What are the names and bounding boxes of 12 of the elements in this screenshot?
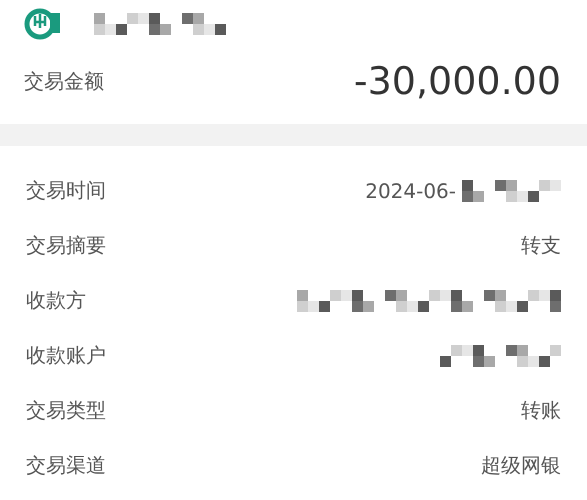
detail-label: 收款方: [26, 287, 86, 314]
amount-label: 交易金额: [24, 68, 104, 94]
detail-label: 交易类型: [26, 397, 106, 424]
detail-value: 转支: [521, 232, 561, 259]
detail-label: 交易渠道: [26, 452, 106, 479]
detail-label: 交易时间: [26, 177, 106, 204]
detail-label: 收款账户: [26, 342, 106, 369]
detail-value: 超级网银: [481, 452, 561, 479]
detail-label: 交易摘要: [26, 232, 106, 259]
detail-value: 转账: [521, 397, 561, 424]
amount-value: -30,000.00: [354, 59, 561, 103]
detail-value: 2024-06-: [365, 178, 456, 202]
